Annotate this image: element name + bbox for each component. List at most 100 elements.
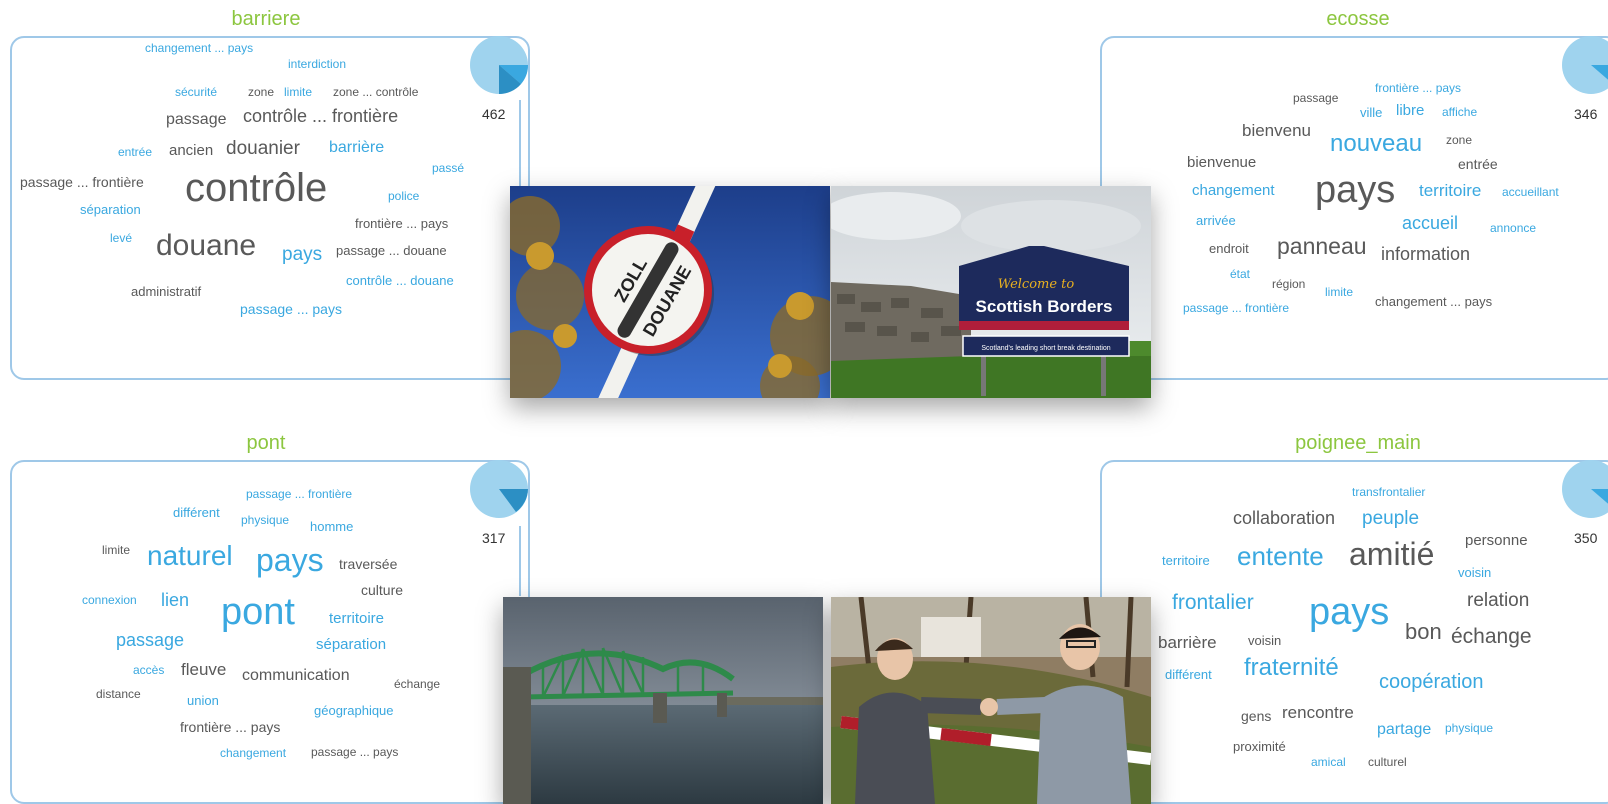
wordcloud-word: personne bbox=[1465, 531, 1528, 549]
wordcloud-word: endroit bbox=[1209, 240, 1249, 256]
wordcloud-word: culturel bbox=[1368, 755, 1407, 769]
wordcloud-word: police bbox=[388, 189, 420, 203]
wordcloud-word: panneau bbox=[1277, 232, 1367, 259]
wordcloud-word: entrée bbox=[118, 145, 153, 159]
photo-zoll-douane-sign: ZOLL DOUANE bbox=[510, 186, 830, 398]
pie-chart-poignee-main bbox=[1562, 460, 1608, 518]
wordcloud-word: ancien bbox=[169, 141, 214, 159]
wordcloud-word: collaboration bbox=[1233, 508, 1336, 528]
wordcloud-word: pays bbox=[282, 243, 323, 265]
wordcloud-word: séparation bbox=[316, 635, 387, 653]
wordcloud-word: fraternité bbox=[1244, 654, 1339, 681]
wordcloud-word: changement ... pays bbox=[145, 41, 254, 55]
wordcloud-word: lien bbox=[161, 590, 190, 610]
wordcloud-word: libre bbox=[1396, 101, 1425, 119]
wordcloud-word: état bbox=[1230, 267, 1251, 281]
wordcloud-word: amitié bbox=[1349, 536, 1435, 572]
wordcloud-word: levé bbox=[110, 231, 133, 245]
wordcloud-word: physique bbox=[1445, 721, 1494, 735]
wordcloud-word: communication bbox=[242, 667, 350, 684]
wordcloud-word: différent bbox=[173, 504, 220, 520]
pie-chart-pont bbox=[470, 460, 528, 518]
wordcloud-word: accès bbox=[133, 663, 165, 677]
wordcloud-word: amical bbox=[1311, 755, 1346, 769]
wordcloud-word: passage ... pays bbox=[311, 745, 399, 759]
wordcloud-word: passage bbox=[1293, 91, 1339, 105]
wordcloud-word: contrôle bbox=[185, 166, 328, 210]
wordcloud-word: frontière ... pays bbox=[1375, 81, 1462, 95]
panel-title-pont: pont bbox=[246, 432, 286, 454]
count-barriere: 462 bbox=[482, 106, 506, 122]
wordcloud-word: distance bbox=[96, 687, 141, 701]
wordcloud-word: peuple bbox=[1362, 507, 1420, 529]
wordcloud-word: douane bbox=[156, 229, 257, 262]
wordcloud-word: géographique bbox=[314, 702, 394, 718]
photo-handshake bbox=[831, 597, 1151, 804]
wordcloud-word: barrière bbox=[329, 139, 385, 156]
wordcloud-word: connexion bbox=[82, 593, 137, 607]
wordcloud-word: transfrontalier bbox=[1352, 485, 1426, 499]
wordcloud-word: partage bbox=[1377, 721, 1432, 738]
count-ecosse: 346 bbox=[1574, 106, 1598, 122]
wordcloud-word: sécurité bbox=[175, 85, 218, 99]
wordcloud-word: frontalier bbox=[1172, 590, 1254, 614]
wordcloud-word: changement bbox=[220, 746, 287, 760]
wordcloud-word: frontière ... pays bbox=[180, 719, 281, 735]
wordcloud-word: douanier bbox=[226, 137, 300, 159]
wordcloud-word: passage bbox=[166, 111, 227, 128]
wordcloud-word: rencontre bbox=[1282, 702, 1354, 722]
wordcloud-word: différent bbox=[1165, 666, 1212, 682]
wordcloud-word: culture bbox=[361, 582, 404, 598]
panel-title-poignee-main: poignee_main bbox=[1295, 432, 1421, 454]
panel-title-barriere: barriere bbox=[231, 8, 301, 30]
wordcloud-word: zone ... contrôle bbox=[333, 85, 419, 99]
wordcloud-word: pays bbox=[1309, 591, 1390, 633]
wordcloud-word: ville bbox=[1360, 104, 1383, 120]
count-poignee-main: 350 bbox=[1574, 530, 1598, 546]
pie-chart-barriere bbox=[470, 36, 529, 95]
wordcloud-word: annonce bbox=[1490, 221, 1537, 235]
wordcloud-word: contrôle ... frontière bbox=[243, 106, 399, 126]
wordcloud-word: barrière bbox=[1158, 632, 1217, 652]
wordcloud-word: bon bbox=[1405, 619, 1442, 644]
count-pont: 317 bbox=[482, 530, 506, 546]
wordcloud-word: physique bbox=[241, 513, 290, 527]
wordcloud-word: échange bbox=[1451, 624, 1532, 648]
wordcloud-word: accueillant bbox=[1502, 185, 1559, 199]
wordcloud-word: passage ... frontière bbox=[1183, 301, 1290, 315]
wordcloud-word: pont bbox=[221, 591, 295, 633]
wordcloud-word: entente bbox=[1237, 541, 1324, 571]
wordcloud-word: séparation bbox=[80, 201, 141, 217]
wordcloud-word: changement bbox=[1192, 181, 1275, 199]
wordcloud-word: traversée bbox=[339, 556, 398, 572]
wordcloud-word: passage ... frontière bbox=[20, 174, 144, 190]
wordcloud-word: bienvenue bbox=[1187, 153, 1257, 171]
wordcloud-word: pays bbox=[256, 542, 324, 578]
wordcloud-word: bienvenu bbox=[1242, 120, 1312, 140]
wordcloud-word: union bbox=[187, 692, 219, 708]
wordcloud-word: pays bbox=[1315, 169, 1396, 211]
wordcloud-word: proximité bbox=[1233, 738, 1286, 754]
wordcloud-word: territoire bbox=[1419, 180, 1482, 200]
wordcloud-word: limite bbox=[284, 85, 313, 99]
wordcloud-word: nouveau bbox=[1330, 130, 1423, 157]
wordcloud-word: voisin bbox=[1458, 564, 1492, 580]
pie-chart-ecosse bbox=[1562, 36, 1608, 94]
wordcloud-word: territoire bbox=[1162, 552, 1210, 568]
wordcloud-word: interdiction bbox=[288, 57, 347, 71]
photo-scottish-borders-sign: Welcome to Scottish Borders Scotland's l… bbox=[831, 186, 1151, 398]
wordcloud-word: accueil bbox=[1402, 213, 1459, 233]
wordcloud-word: relation bbox=[1467, 589, 1530, 611]
wordcloud-word: échange bbox=[394, 677, 441, 691]
wordcloud-word: passage ... douane bbox=[336, 242, 447, 258]
wordcloud-word: homme bbox=[310, 518, 354, 534]
wordcloud-word: entrée bbox=[1458, 156, 1498, 172]
wordcloud-word: changement ... pays bbox=[1375, 293, 1493, 309]
wordcloud-word: gens bbox=[1241, 708, 1272, 724]
wordcloud-word: fleuve bbox=[181, 659, 227, 679]
photo-bridge bbox=[503, 597, 823, 804]
wordcloud-word: voisin bbox=[1248, 632, 1282, 648]
wordcloud-word: arrivée bbox=[1196, 212, 1236, 228]
sign-text-scottish-borders: Scottish Borders bbox=[976, 297, 1113, 316]
wordcloud-word: zone bbox=[1446, 133, 1473, 147]
